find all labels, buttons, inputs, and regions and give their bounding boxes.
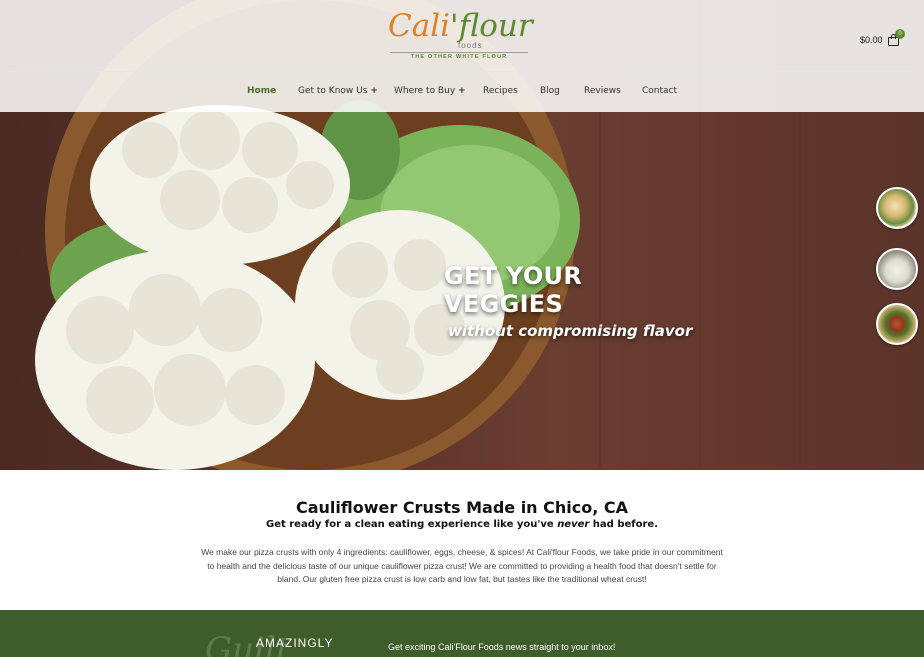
hero-text: GET YOUR VEGGIES without compromising fl… [444, 262, 704, 340]
submenu-plus-icon: + [370, 86, 378, 96]
nav-contact[interactable]: Contact [642, 86, 677, 96]
logo-wordmark: Cali'flour [388, 8, 533, 44]
logo-divider [390, 52, 528, 53]
nav-recipes[interactable]: Recipes [483, 86, 518, 96]
intro-section: Cauliflower Crusts Made in Chico, CA Get… [0, 470, 924, 610]
intro-body: We make our pizza crusts with only 4 ing… [201, 547, 723, 584]
submenu-plus-icon: + [458, 86, 466, 96]
slide-thumb-cauliflower[interactable] [876, 248, 918, 290]
logo-sub: foods [458, 41, 483, 50]
nav-get-to-know-us[interactable]: Get to Know Us + [298, 86, 378, 96]
cart-link[interactable]: $0.00 [860, 34, 900, 46]
logo-brand-part2: flour [458, 8, 533, 44]
nav-blog[interactable]: Blog [540, 86, 560, 96]
newsletter-band: Guilt AMAZINGLY Get exciting Cali'Flour … [0, 610, 924, 657]
hero-subtitle: without compromising flavor [448, 322, 693, 340]
header-divider [10, 71, 914, 72]
site-header: Cali'flour foods THE OTHER WHITE FLOUR $… [0, 0, 924, 112]
intro-title: Cauliflower Crusts Made in Chico, CA [295, 498, 629, 517]
cart-count-badge: 0 [895, 29, 905, 39]
hero-title: GET YOUR VEGGIES [444, 262, 583, 318]
newsletter-text: Get exciting Cali'Flour Foods news strai… [388, 642, 616, 652]
nav-reviews[interactable]: Reviews [584, 86, 621, 96]
logo-tagline: THE OTHER WHITE FLOUR [410, 54, 508, 60]
nav-where-to-buy[interactable]: Where to Buy + [394, 86, 466, 96]
logo-brand-part1: Cali [388, 8, 451, 44]
newsletter-heading: AMAZINGLY [256, 636, 334, 650]
intro-emphasis: never [557, 519, 590, 530]
slide-thumb-pizza-salad[interactable] [876, 187, 918, 229]
main-nav: Home Get to Know Us + Where to Buy + Recip… [0, 86, 924, 98]
site-logo[interactable]: Cali'flour foods THE OTHER WHITE FLOUR [388, 8, 533, 62]
nav-home[interactable]: Home [247, 86, 276, 96]
slide-thumb-pizza[interactable] [876, 303, 918, 345]
cart-total: $0.00 [860, 35, 883, 45]
intro-subtitle: Get ready for a clean eating experience … [265, 519, 658, 530]
